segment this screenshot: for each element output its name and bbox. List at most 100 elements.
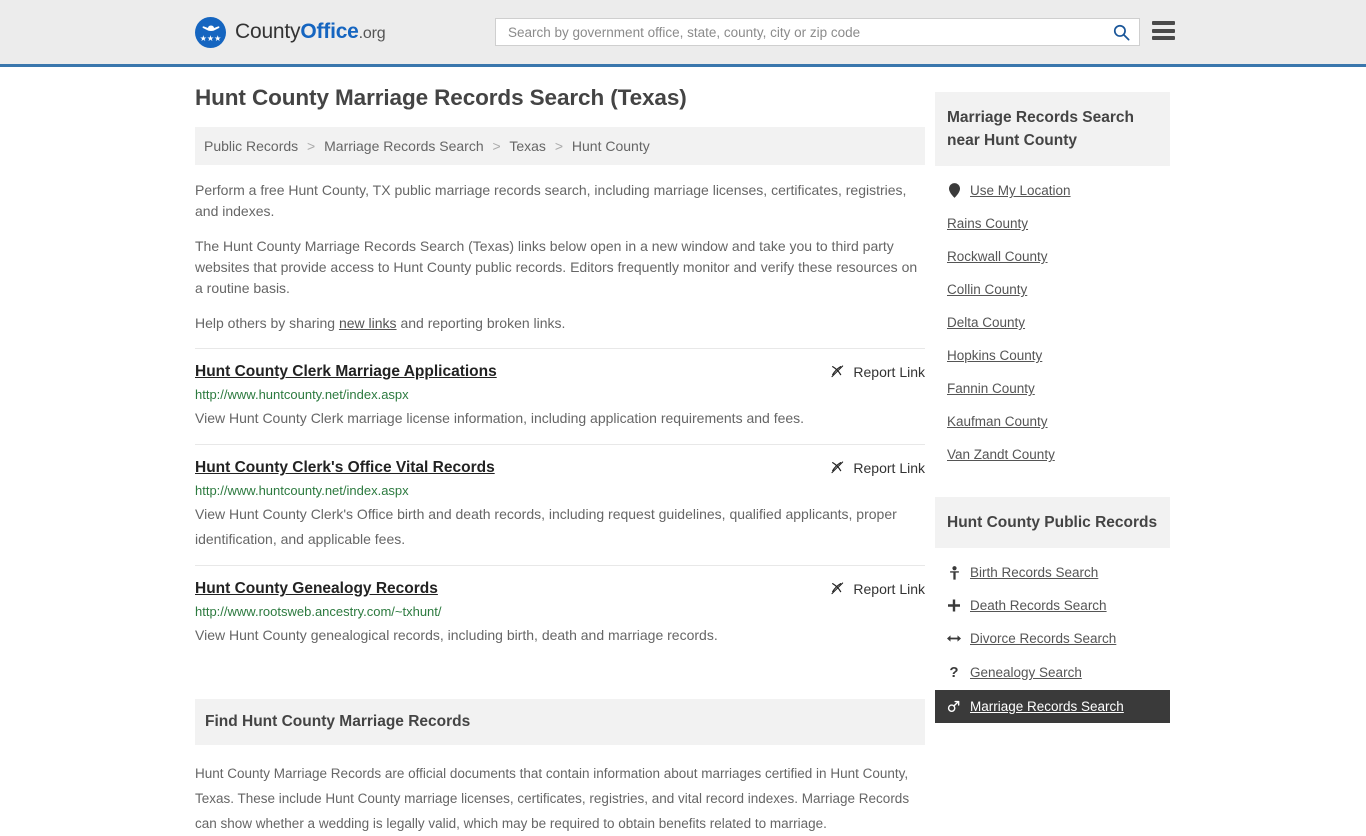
sidebar-public-records-section: Hunt County Public Records Birth Records… — [935, 497, 1170, 729]
sidebar-county-fannin[interactable]: Fannin County — [935, 372, 1170, 405]
eagle-seal-icon: ★★★ — [195, 16, 226, 48]
logo-stars: ★★★ — [199, 33, 222, 43]
map-pin-glyph — [948, 183, 960, 198]
intro-paragraph-1: Perform a free Hunt County, TX public ma… — [195, 182, 907, 219]
share-text-before: Help others by sharing — [195, 315, 339, 331]
result-item: Hunt County Clerk's Office Vital Records… — [195, 444, 925, 565]
search-button[interactable] — [1110, 23, 1133, 42]
sidebar-county-kaufman[interactable]: Kaufman County — [935, 405, 1170, 438]
page-body: Hunt County Marriage Records Search (Tex… — [0, 67, 1366, 836]
sidebar-item-divorce-records-search[interactable]: Divorce Records Search — [935, 622, 1170, 655]
county-label: Van Zandt County — [947, 447, 1055, 462]
breadcrumb-separator: > — [307, 138, 316, 154]
logo-text-county: County — [235, 20, 301, 43]
search-input[interactable] — [506, 23, 1110, 41]
result-url[interactable]: http://www.rootsweb.ancestry.com/~txhunt… — [195, 604, 925, 619]
county-label: Hopkins County — [947, 348, 1043, 363]
sidebar-county-van-zandt[interactable]: Van Zandt County — [935, 438, 1170, 471]
page-title: Hunt County Marriage Records Search (Tex… — [195, 85, 687, 110]
left-right-arrow-glyph — [947, 635, 961, 642]
result-item: Hunt County Genealogy Records Report Lin… — [195, 565, 925, 661]
sidebar-county-delta[interactable]: Delta County — [935, 306, 1170, 339]
main-content: Hunt County Marriage Records Search (Tex… — [195, 67, 925, 836]
breadcrumb-item-texas[interactable]: Texas — [509, 138, 546, 154]
county-label: Kaufman County — [947, 414, 1048, 429]
sidebar-public-records-heading: Hunt County Public Records — [935, 497, 1170, 548]
broken-link-icon — [831, 461, 844, 474]
sidebar-county-rains[interactable]: Rains County — [935, 207, 1170, 240]
find-records-heading: Find Hunt County Marriage Records — [205, 713, 471, 730]
broken-link-icon — [831, 365, 844, 378]
result-url[interactable]: http://www.huntcounty.net/index.aspx — [195, 387, 925, 402]
result-header-row: Hunt County Genealogy Records Report Lin… — [195, 580, 925, 598]
sidebar-item-genealogy-search[interactable]: ? Genealogy Search — [935, 655, 1170, 690]
sidebar-nearby-heading: Marriage Records Search near Hunt County — [935, 92, 1170, 166]
report-link-button[interactable]: Report Link — [830, 364, 925, 380]
county-label: Rockwall County — [947, 249, 1048, 264]
sidebar-item-marriage-records-search[interactable]: Marriage Records Search — [935, 690, 1170, 723]
county-label: Rains County — [947, 216, 1029, 231]
site-logo[interactable]: ★★★ CountyOffice.org — [195, 16, 386, 48]
breadcrumb-item-public-records[interactable]: Public Records — [204, 138, 298, 154]
left-right-arrow-icon — [947, 633, 961, 644]
sidebar-item-birth-records-search[interactable]: Birth Records Search — [935, 556, 1170, 589]
report-link-button[interactable]: Report Link — [830, 581, 925, 597]
sidebar-item-label: Divorce Records Search — [970, 631, 1117, 646]
search-icon — [1113, 24, 1130, 40]
question-mark-icon: ? — [949, 664, 959, 681]
sidebar-item-label: Birth Records Search — [970, 565, 1099, 580]
share-text-after: and reporting broken links. — [396, 315, 566, 331]
sidebar-public-records-list: Birth Records Search Death Records Searc… — [935, 548, 1170, 729]
sidebar-item-label: Genealogy Search — [970, 665, 1082, 680]
cross-icon — [947, 599, 961, 612]
county-label: Fannin County — [947, 381, 1035, 396]
sidebar-county-collin[interactable]: Collin County — [935, 273, 1170, 306]
result-description: View Hunt County Clerk's Office birth an… — [195, 506, 897, 547]
use-my-location-label: Use My Location — [970, 183, 1071, 198]
logo-text-tld: .org — [358, 25, 386, 42]
result-description: View Hunt County Clerk marriage license … — [195, 410, 805, 426]
result-item: Hunt County Clerk Marriage Applications … — [195, 348, 925, 444]
hamburger-bar — [1152, 36, 1175, 40]
breadcrumb-item-hunt-county[interactable]: Hunt County — [572, 138, 650, 154]
breadcrumb-separator: > — [492, 138, 501, 154]
report-link-label: Report Link — [853, 460, 925, 476]
report-link-button[interactable]: Report Link — [830, 460, 925, 476]
logo-text-office: Office — [300, 20, 359, 43]
county-label: Delta County — [947, 315, 1026, 330]
breadcrumb-item-marriage-records-search[interactable]: Marriage Records Search — [324, 138, 484, 154]
baby-glyph — [949, 565, 959, 580]
eagle-glyph — [202, 25, 219, 31]
result-header-row: Hunt County Clerk's Office Vital Records… — [195, 459, 925, 477]
intro-paragraph-2: The Hunt County Marriage Records Search … — [195, 238, 918, 296]
result-url[interactable]: http://www.huntcounty.net/index.aspx — [195, 483, 925, 498]
intro-paragraph-3: Help others by sharing new links and rep… — [195, 313, 925, 334]
map-pin-icon — [947, 183, 961, 198]
report-link-label: Report Link — [853, 581, 925, 597]
logo-wordmark: CountyOffice.org — [235, 20, 386, 44]
breadcrumb-separator: > — [554, 138, 564, 154]
result-description: View Hunt County genealogical records, i… — [195, 627, 718, 643]
sidebar-nearby-list: Use My Location Rains County Rockwall Co… — [935, 166, 1170, 477]
sidebar-item-death-records-search[interactable]: Death Records Search — [935, 589, 1170, 622]
result-title-link[interactable]: Hunt County Clerk Marriage Applications — [195, 363, 497, 381]
find-records-text: Hunt County Marriage Records are officia… — [195, 766, 910, 831]
report-link-label: Report Link — [853, 364, 925, 380]
new-links-link[interactable]: new links — [339, 315, 397, 331]
breadcrumb: Public Records > Marriage Records Search… — [195, 127, 925, 165]
result-header-row: Hunt County Clerk Marriage Applications … — [195, 363, 925, 381]
use-my-location-button[interactable]: Use My Location — [935, 174, 1170, 207]
sidebar-county-rockwall[interactable]: Rockwall County — [935, 240, 1170, 273]
broken-link-icon — [831, 582, 844, 595]
result-title-link[interactable]: Hunt County Clerk's Office Vital Records — [195, 459, 495, 477]
result-title-link[interactable]: Hunt County Genealogy Records — [195, 580, 438, 598]
baby-icon — [947, 565, 961, 580]
hamburger-bar — [1152, 28, 1175, 33]
sidebar-item-label: Death Records Search — [970, 598, 1107, 613]
cross-glyph — [948, 599, 960, 612]
search-bar[interactable] — [495, 18, 1140, 46]
site-header: ★★★ CountyOffice.org — [0, 0, 1366, 67]
find-records-heading-box: Find Hunt County Marriage Records — [195, 699, 925, 745]
hamburger-menu-icon[interactable] — [1152, 21, 1175, 40]
sidebar-county-hopkins[interactable]: Hopkins County — [935, 339, 1170, 372]
